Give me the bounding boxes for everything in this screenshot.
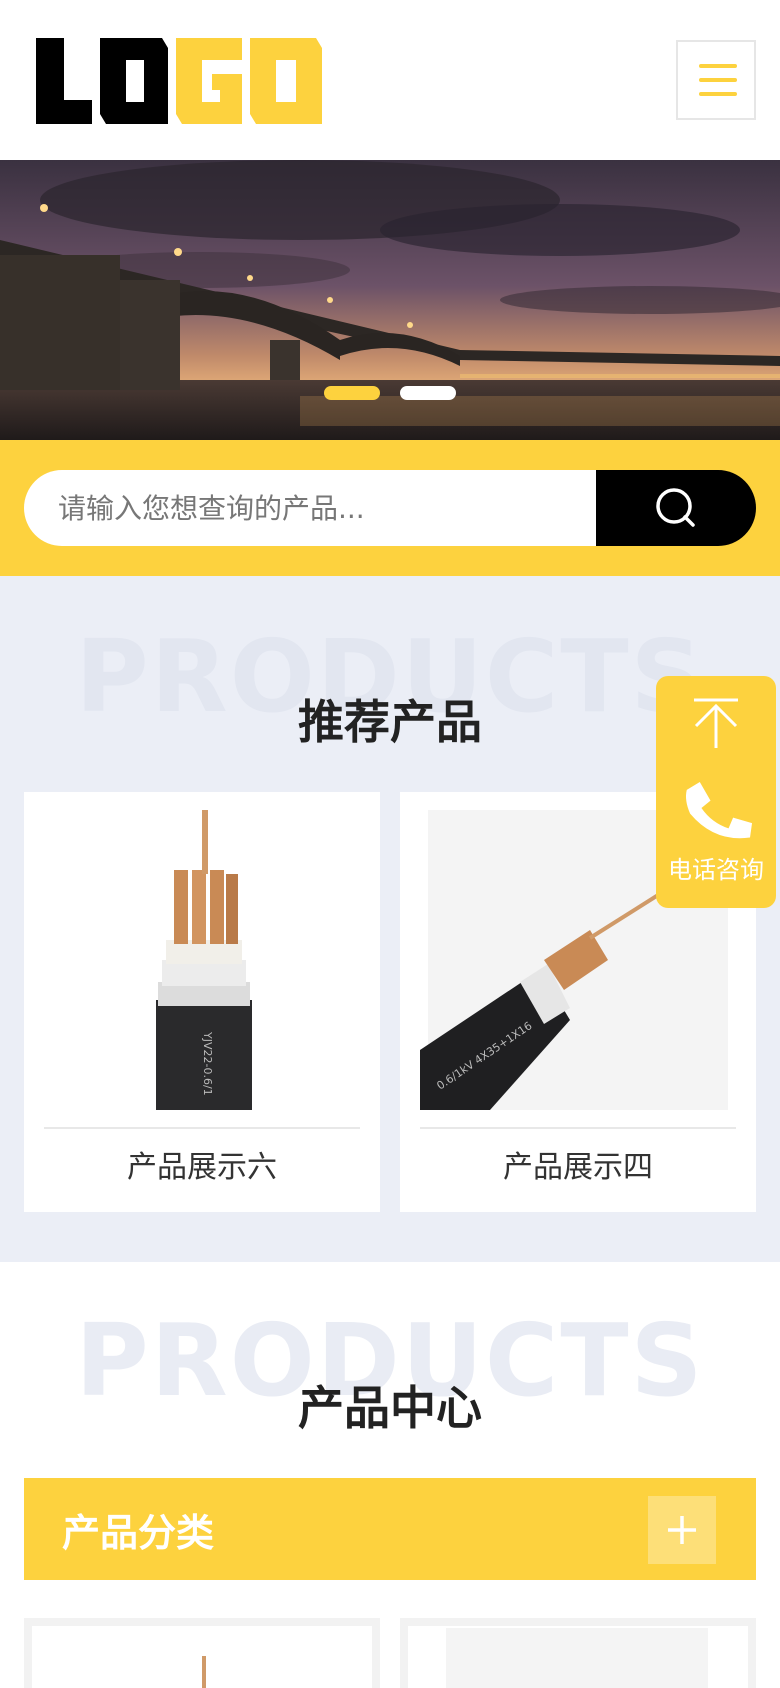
product-card[interactable]: YJV22-0.6/1 产品展示六 — [24, 792, 380, 1212]
header — [0, 0, 780, 160]
float-toolbar: 电话咨询 — [656, 676, 776, 908]
search-button[interactable] — [596, 470, 756, 546]
plus-icon — [668, 1516, 696, 1544]
product-image: YJV22-0.6/1 — [44, 810, 360, 1110]
category-title: 产品分类 — [62, 1511, 215, 1555]
phone-consult-label[interactable]: 电话咨询 — [656, 850, 776, 885]
divider — [44, 1127, 360, 1129]
search-input[interactable] — [24, 470, 596, 546]
menu-button[interactable] — [676, 40, 756, 120]
svg-text:YJV22-0.6/1: YJV22-0.6/1 — [201, 1031, 214, 1096]
section-title: 产品中心 — [298, 1381, 482, 1435]
logo[interactable] — [36, 38, 322, 124]
banner-slider[interactable] — [0, 160, 780, 440]
product-name[interactable]: 产品展示六 — [24, 1142, 380, 1186]
category-bar[interactable]: 产品分类 — [24, 1478, 756, 1580]
expand-button[interactable] — [648, 1496, 716, 1564]
divider — [420, 1127, 736, 1129]
product-image — [202, 1656, 206, 1688]
product-center-section: PRODUCTS 产品中心 产品分类 — [0, 1262, 780, 1688]
product-image — [446, 1628, 708, 1688]
slide-dot-2[interactable] — [400, 386, 456, 400]
search-icon — [656, 488, 695, 527]
product-name[interactable]: 产品展示四 — [400, 1142, 756, 1186]
search-bar — [0, 440, 780, 576]
slide-dot-1[interactable] — [324, 386, 380, 400]
phone-icon[interactable] — [656, 776, 776, 846]
banner-image — [0, 160, 780, 440]
arrow-up-icon[interactable] — [656, 692, 776, 752]
product-card[interactable] — [400, 1618, 756, 1688]
hamburger-icon — [699, 64, 737, 68]
product-card[interactable] — [24, 1618, 380, 1688]
